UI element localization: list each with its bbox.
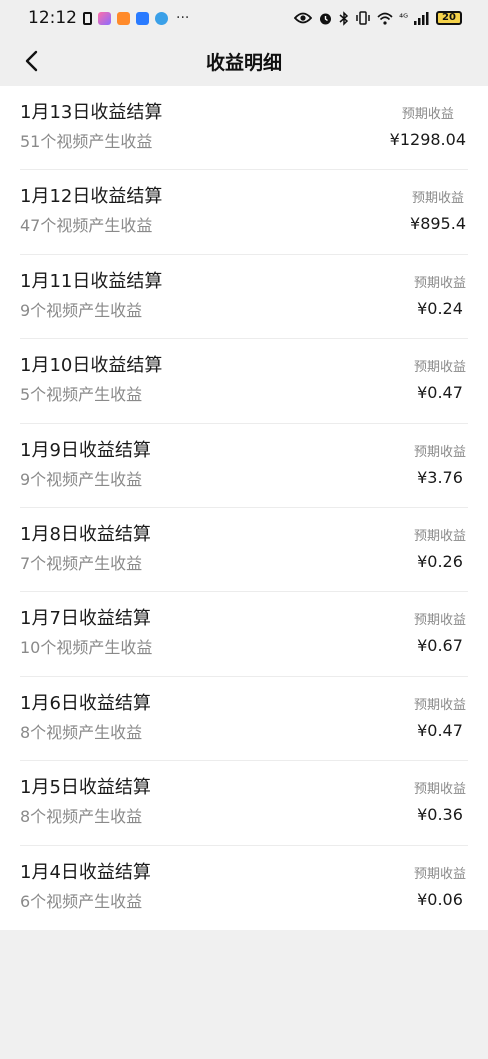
list-item-right: 预期收益 ¥0.47	[414, 677, 468, 760]
more-notifications-icon: ···	[176, 10, 190, 26]
back-button[interactable]	[14, 44, 48, 78]
settlement-subtitle: 8个视频产生收益	[20, 722, 143, 742]
list-item-right: 预期收益 ¥0.67	[414, 592, 468, 675]
app-notification-icon	[98, 11, 111, 25]
settlement-title: 1月5日收益结算	[20, 777, 151, 799]
cloud-app-notification-icon	[136, 11, 149, 25]
list-item-right: 预期收益 ¥0.26	[414, 508, 468, 591]
list-item-left: 1月9日收益结算 9个视频产生收益	[20, 424, 151, 507]
settlement-subtitle: 10个视频产生收益	[20, 638, 153, 658]
earnings-amount: ¥0.26	[417, 551, 463, 571]
list-item[interactable]: 1月6日收益结算 8个视频产生收益 预期收益 ¥0.47	[20, 677, 468, 762]
list-item[interactable]: 1月5日收益结算 8个视频产生收益 预期收益 ¥0.36	[20, 761, 468, 846]
expected-earnings-label: 预期收益	[413, 528, 466, 544]
settlement-title: 1月4日收益结算	[20, 861, 151, 883]
header: 收益明细	[0, 36, 488, 86]
settlement-title: 1月8日收益结算	[20, 523, 151, 545]
expected-earnings-label: 预期收益	[413, 782, 466, 798]
expected-earnings-label: 预期收益	[412, 191, 465, 207]
bluetooth-icon	[339, 10, 349, 26]
settlement-title: 1月11日收益结算	[20, 270, 163, 292]
battery-icon: 20	[436, 11, 462, 25]
settlement-title: 1月13日收益结算	[20, 102, 163, 123]
settlement-subtitle: 5个视频产生收益	[20, 385, 143, 405]
list-item-left: 1月8日收益结算 7个视频产生收益	[20, 508, 151, 591]
earnings-amount: ¥0.24	[417, 298, 463, 318]
list-item[interactable]: 1月7日收益结算 10个视频产生收益 预期收益 ¥0.67	[20, 592, 468, 677]
list-item[interactable]: 1月11日收益结算 9个视频产生收益 预期收益 ¥0.24	[20, 255, 468, 340]
earnings-list: 1月13日收益结算 51个视频产生收益 预期收益 ¥1298.04 1月12日收…	[0, 86, 488, 930]
expected-earnings-label: 预期收益	[413, 444, 466, 460]
status-right: ⁴ᴳ 20	[294, 10, 462, 26]
page-title: 收益明细	[205, 51, 282, 74]
settlement-title: 1月6日收益结算	[20, 692, 151, 714]
eye-icon	[294, 12, 313, 24]
list-item-left: 1月4日收益结算 6个视频产生收益	[20, 846, 151, 930]
expected-earnings-label: 预期收益	[413, 613, 466, 629]
video-app-notification-icon	[117, 11, 130, 25]
settlement-title: 1月12日收益结算	[20, 186, 163, 208]
settlement-subtitle: 9个视频产生收益	[20, 300, 143, 320]
settlement-subtitle: 47个视频产生收益	[20, 216, 153, 236]
list-item-left: 1月13日收益结算 51个视频产生收益	[20, 86, 162, 169]
list-item[interactable]: 1月9日收益结算 9个视频产生收益 预期收益 ¥3.76	[20, 424, 468, 508]
list-item-right: 预期收益 ¥0.36	[414, 761, 468, 844]
earnings-amount: ¥0.47	[417, 720, 463, 740]
expected-earnings-label: 预期收益	[413, 866, 466, 882]
list-item[interactable]: 1月8日收益结算 7个视频产生收益 预期收益 ¥0.26	[20, 508, 468, 593]
list-item[interactable]: 1月13日收益结算 51个视频产生收益 预期收益 ¥1298.04	[20, 86, 468, 171]
list-item-left: 1月7日收益结算 10个视频产生收益	[20, 592, 152, 675]
list-item-left: 1月5日收益结算 8个视频产生收益	[20, 761, 151, 844]
alarm-icon	[320, 13, 332, 24]
list-item-right: 预期收益 ¥0.24	[414, 255, 468, 338]
earnings-amount: ¥0.36	[417, 805, 463, 825]
status-left: 12:12 ···	[28, 8, 189, 28]
expected-earnings-label: 预期收益	[413, 360, 466, 376]
earnings-amount: ¥0.06	[417, 889, 463, 909]
list-item-right: 预期收益 ¥895.4	[410, 170, 468, 253]
earnings-amount: ¥0.47	[417, 383, 463, 403]
status-time: 12:12	[28, 8, 77, 28]
earnings-amount: ¥895.4	[410, 214, 466, 234]
list-item-left: 1月12日收益结算 47个视频产生收益	[20, 170, 162, 253]
vibrate-icon	[356, 11, 370, 25]
settlement-subtitle: 7个视频产生收益	[20, 553, 143, 573]
expected-earnings-label: 预期收益	[413, 275, 466, 291]
settlement-title: 1月7日收益结算	[20, 608, 151, 630]
wifi-icon	[377, 12, 393, 25]
settlement-subtitle: 9个视频产生收益	[20, 469, 143, 489]
earnings-amount: ¥3.76	[417, 467, 463, 487]
list-item-left: 1月11日收益结算 9个视频产生收益	[20, 255, 162, 338]
list-item-left: 1月10日收益结算 5个视频产生收益	[20, 339, 162, 422]
browser-notification-icon	[155, 11, 168, 25]
list-item[interactable]: 1月12日收益结算 47个视频产生收益 预期收益 ¥895.4	[20, 170, 468, 255]
list-item-right: 预期收益 ¥0.47	[414, 339, 468, 422]
status-bar: 12:12 ··· ⁴ᴳ 20	[0, 0, 488, 36]
signal-icon	[414, 11, 429, 25]
list-item-left: 1月6日收益结算 8个视频产生收益	[20, 677, 151, 760]
settlement-title: 1月10日收益结算	[20, 355, 163, 377]
list-item-right: 预期收益 ¥3.76	[414, 424, 468, 507]
chevron-left-icon	[25, 50, 38, 72]
sim-card-icon	[83, 11, 92, 25]
settlement-subtitle: 6个视频产生收益	[20, 891, 143, 911]
settlement-title: 1月9日收益结算	[20, 439, 151, 461]
list-item[interactable]: 1月4日收益结算 6个视频产生收益 预期收益 ¥0.06	[20, 846, 468, 930]
network-type-label: ⁴ᴳ	[399, 12, 408, 24]
expected-earnings-label: 预期收益	[413, 697, 466, 713]
earnings-amount: ¥1298.04	[389, 130, 466, 149]
settlement-subtitle: 51个视频产生收益	[20, 132, 153, 151]
list-item-right: 预期收益 ¥1298.04	[390, 86, 468, 169]
list-item-right: 预期收益 ¥0.06	[414, 846, 468, 930]
earnings-amount: ¥0.67	[417, 636, 463, 656]
expected-earnings-label: 预期收益	[401, 107, 454, 122]
list-item[interactable]: 1月10日收益结算 5个视频产生收益 预期收益 ¥0.47	[20, 339, 468, 424]
settlement-subtitle: 8个视频产生收益	[20, 807, 143, 827]
